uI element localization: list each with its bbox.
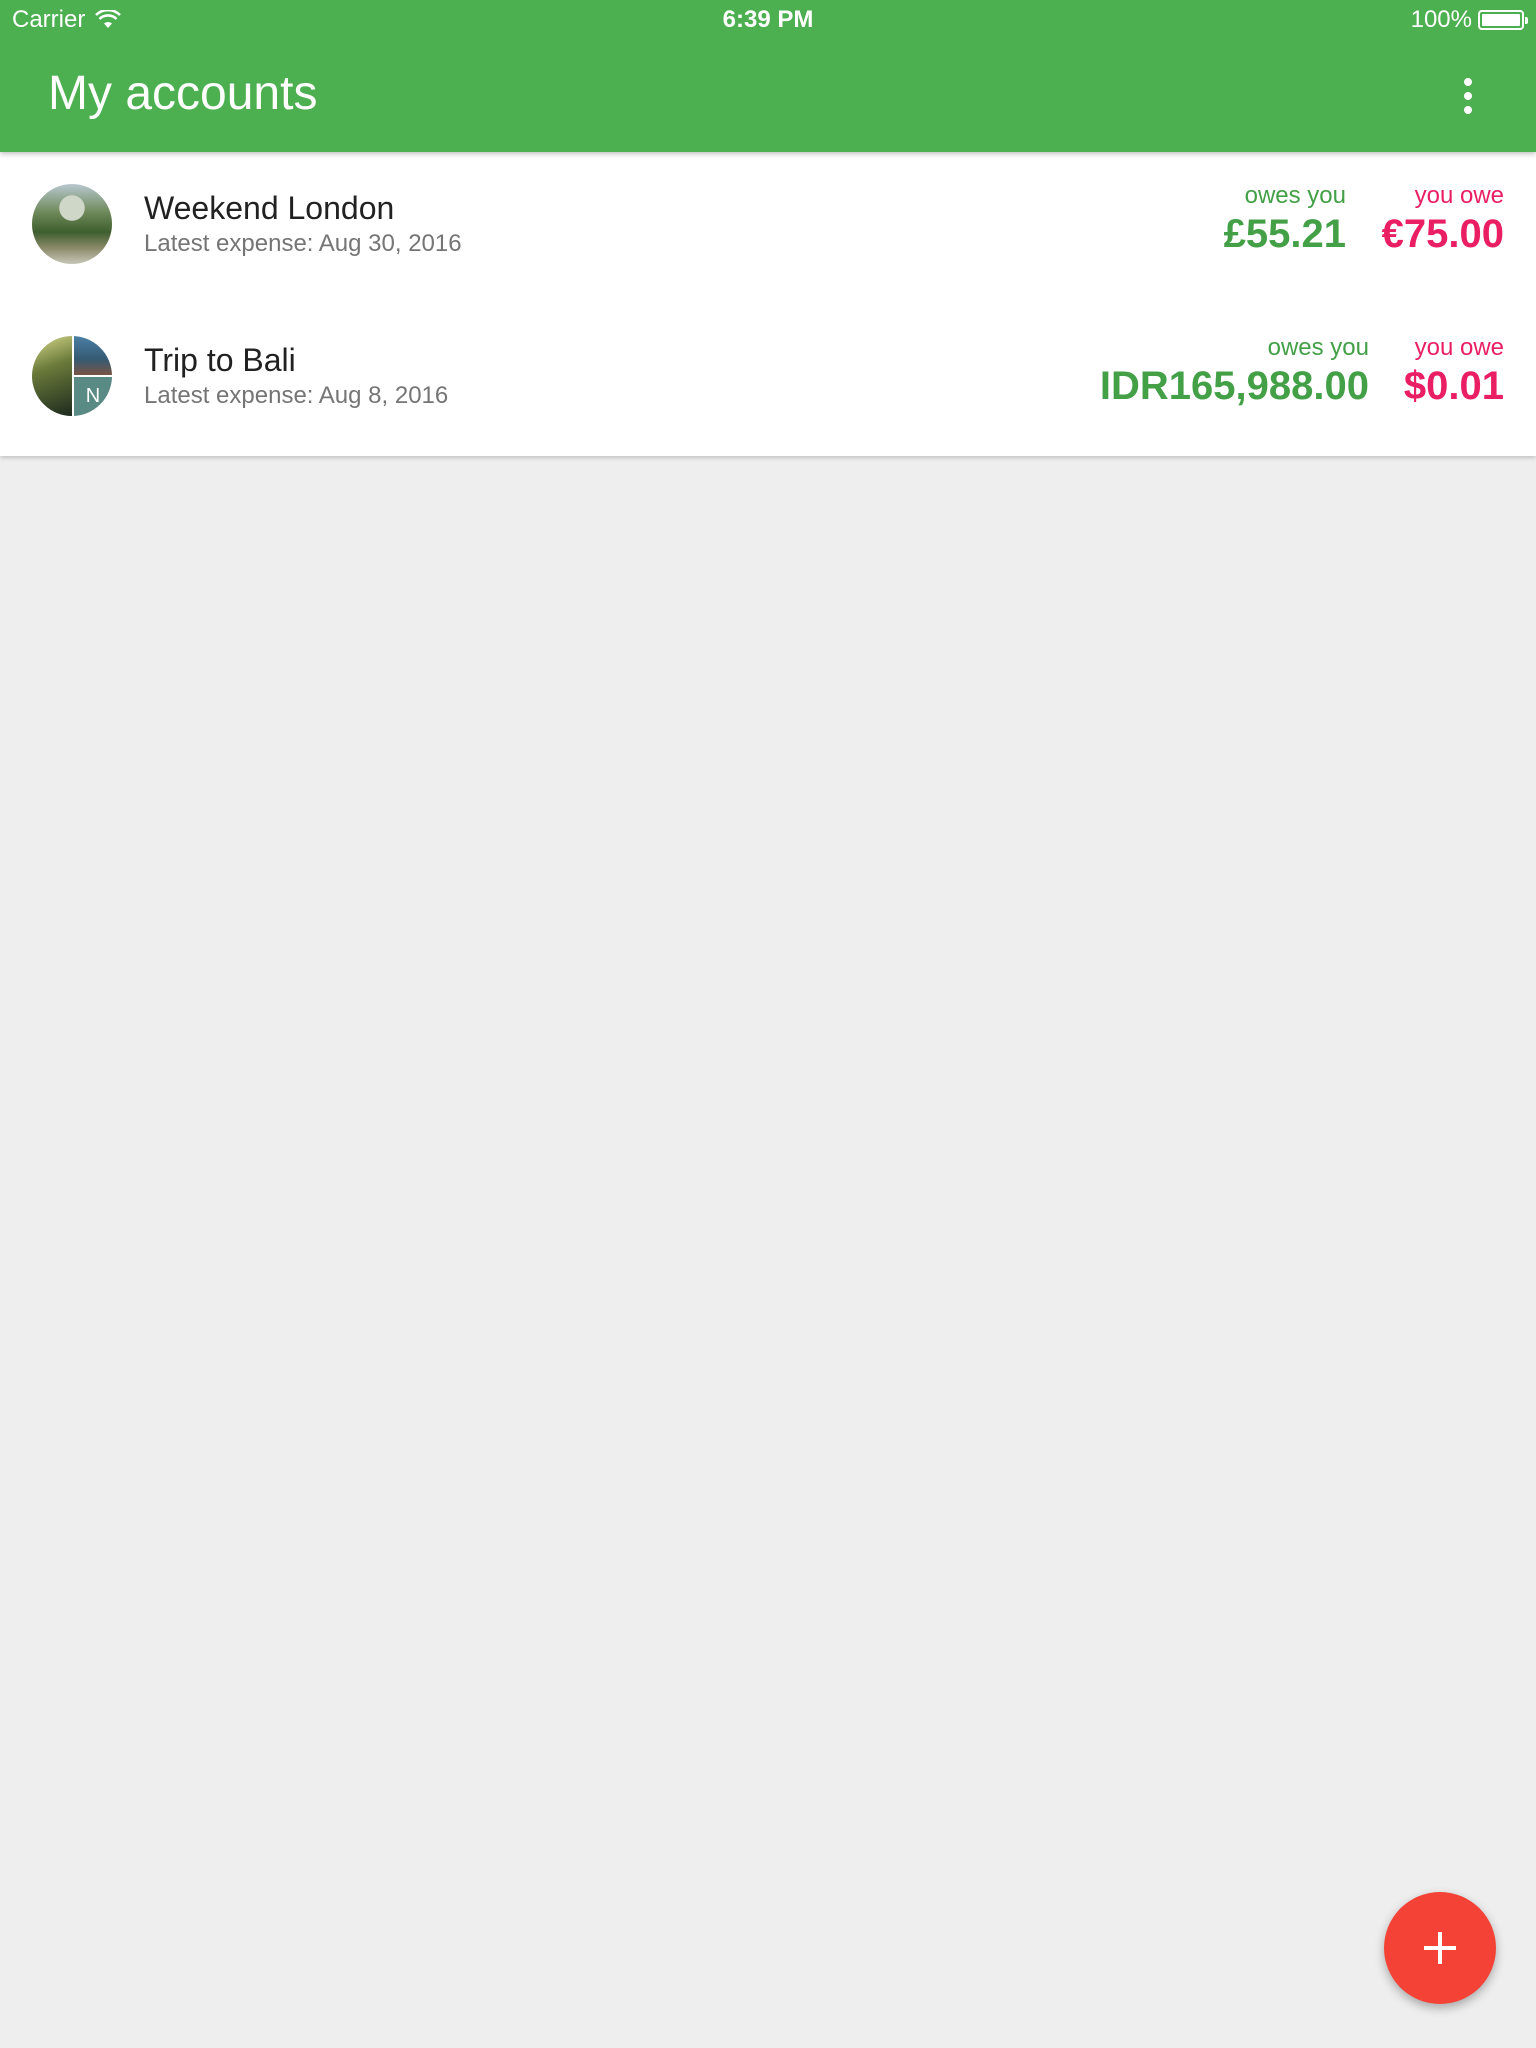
clock: 6:39 PM xyxy=(722,6,814,33)
you-owe-label: you owe xyxy=(1414,182,1504,209)
list-item[interactable]: N Trip to Bali Latest expense: Aug 8, 20… xyxy=(0,304,1536,456)
owes-you-balance: owes you IDR165,988.00 xyxy=(1100,334,1369,409)
owes-you-amount: IDR165,988.00 xyxy=(1099,364,1369,408)
accounts-list: Weekend London Latest expense: Aug 30, 2… xyxy=(0,152,1536,456)
list-item[interactable]: Weekend London Latest expense: Aug 30, 2… xyxy=(0,152,1536,304)
add-account-button[interactable] xyxy=(1384,1892,1496,2004)
avatar: N xyxy=(32,336,112,416)
battery-fill xyxy=(1482,14,1520,26)
account-name: Weekend London xyxy=(144,190,395,226)
app-bar: Carrier 6:39 PM 100% My accounts xyxy=(0,0,1536,152)
you-owe-balance: you owe $0.01 xyxy=(1404,334,1504,409)
owes-you-amount: £55.21 xyxy=(1223,212,1346,256)
battery-icon xyxy=(1478,10,1528,30)
battery-indicator: 100% xyxy=(1410,6,1528,34)
you-owe-amount: $0.01 xyxy=(1403,364,1504,408)
owes-you-label: owes you xyxy=(1244,182,1346,209)
battery-percent: 100% xyxy=(1410,6,1472,33)
account-name: Trip to Bali xyxy=(144,342,296,378)
you-owe-amount: €75.00 xyxy=(1381,212,1504,256)
avatar-initial: N xyxy=(74,377,112,416)
you-owe-label: you owe xyxy=(1414,334,1504,361)
owes-you-label: owes you xyxy=(1267,334,1369,361)
you-owe-balance: you owe €75.00 xyxy=(1382,182,1504,257)
latest-expense: Latest expense: Aug 30, 2016 xyxy=(144,230,462,257)
status-bar: Carrier 6:39 PM 100% xyxy=(0,0,1536,40)
plus-icon xyxy=(1424,1932,1456,1964)
owes-you-balance: owes you £55.21 xyxy=(1224,182,1346,257)
page-title: My accounts xyxy=(48,67,318,120)
avatar xyxy=(32,184,112,264)
more-vert-icon[interactable] xyxy=(1448,76,1488,116)
latest-expense: Latest expense: Aug 8, 2016 xyxy=(144,382,449,409)
